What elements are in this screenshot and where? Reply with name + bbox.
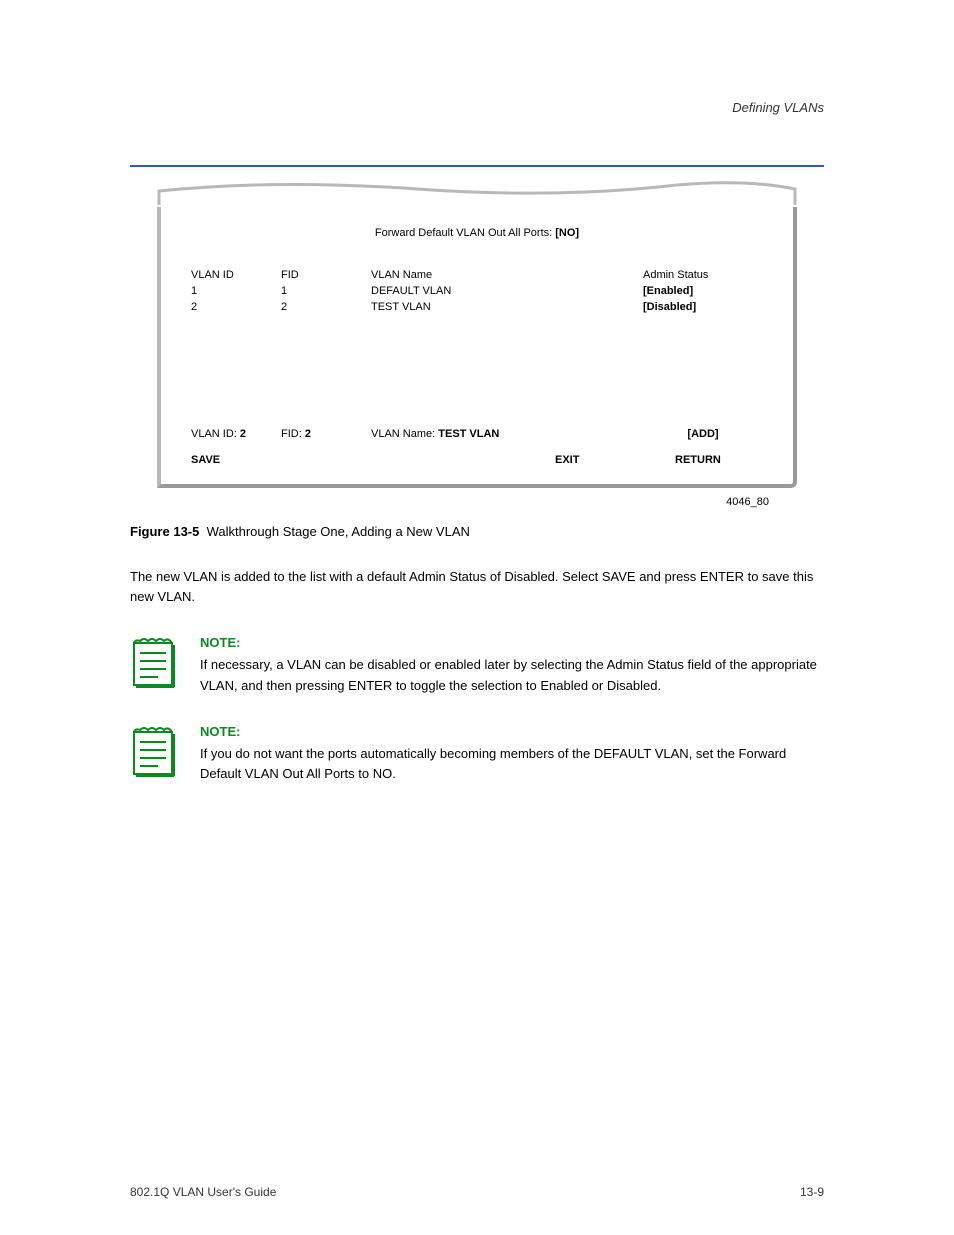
forward-default-value[interactable]: [NO] bbox=[555, 227, 579, 239]
note-body: If necessary, a VLAN can be disabled or … bbox=[200, 655, 824, 695]
figure-caption: Figure 13-5 Walkthrough Stage One, Addin… bbox=[130, 524, 824, 539]
return-button[interactable]: RETURN bbox=[675, 454, 763, 466]
col-header-fid: FID bbox=[281, 267, 371, 283]
note-label: NOTE: bbox=[200, 722, 824, 742]
note-block: NOTE: If necessary, a VLAN can be disabl… bbox=[130, 633, 824, 695]
page-footer: 802.1Q VLAN User's Guide 13-9 bbox=[130, 1185, 824, 1199]
forward-default-row: Forward Default VLAN Out All Ports: [NO] bbox=[191, 227, 763, 239]
cell-vlan-id: 2 bbox=[191, 299, 281, 315]
cell-vlan-id: 1 bbox=[191, 283, 281, 299]
cell-vlan-name: DEFAULT VLAN bbox=[371, 283, 643, 299]
exit-button[interactable]: EXIT bbox=[555, 454, 675, 466]
forward-default-label: Forward Default VLAN Out All Ports: bbox=[375, 227, 552, 239]
body-paragraph: The new VLAN is added to the list with a… bbox=[130, 567, 824, 607]
note-label: NOTE: bbox=[200, 633, 824, 653]
col-header-vlan-name: VLAN Name bbox=[371, 267, 643, 283]
fid-label: FID: bbox=[281, 428, 302, 440]
footer-right: 13-9 bbox=[800, 1185, 824, 1199]
vlan-table: VLAN ID FID VLAN Name Admin Status 1 1 D… bbox=[191, 267, 763, 315]
cell-vlan-name: TEST VLAN bbox=[371, 299, 643, 315]
vlan-id-field[interactable]: 2 bbox=[240, 428, 246, 440]
breadcrumb: Defining VLANs bbox=[130, 100, 824, 115]
figure-caption-lead: Figure 13-5 bbox=[130, 524, 199, 539]
col-header-vlan-id: VLAN ID bbox=[191, 267, 281, 283]
table-row: 2 2 TEST VLAN [Disabled] bbox=[191, 299, 763, 315]
cell-fid: 1 bbox=[281, 283, 371, 299]
button-row: SAVE EXIT RETURN bbox=[191, 454, 763, 466]
cell-admin-status[interactable]: [Enabled] bbox=[643, 283, 763, 299]
notepad-icon bbox=[130, 722, 178, 784]
header-rule bbox=[130, 165, 824, 167]
fid-field[interactable]: 2 bbox=[305, 428, 311, 440]
col-header-admin-status: Admin Status bbox=[643, 267, 763, 283]
screen-panel: Forward Default VLAN Out All Ports: [NO]… bbox=[157, 177, 797, 508]
vlan-name-field[interactable]: TEST VLAN bbox=[438, 428, 499, 440]
figure-id: 4046_80 bbox=[157, 496, 797, 508]
save-button[interactable]: SAVE bbox=[191, 454, 555, 466]
cell-admin-status[interactable]: [Disabled] bbox=[643, 299, 763, 315]
vlan-name-label: VLAN Name: bbox=[371, 428, 435, 440]
table-row: 1 1 DEFAULT VLAN [Enabled] bbox=[191, 283, 763, 299]
input-row: VLAN ID: 2 FID: 2 VLAN Name: TEST VLAN [… bbox=[191, 428, 763, 440]
note-block: NOTE: If you do not want the ports autom… bbox=[130, 722, 824, 784]
cell-fid: 2 bbox=[281, 299, 371, 315]
figure-caption-text: Walkthrough Stage One, Adding a New VLAN bbox=[207, 524, 470, 539]
footer-left: 802.1Q VLAN User's Guide bbox=[130, 1185, 276, 1199]
vlan-id-label: VLAN ID: bbox=[191, 428, 237, 440]
note-body: If you do not want the ports automatical… bbox=[200, 744, 824, 784]
add-button[interactable]: [ADD] bbox=[643, 428, 763, 440]
notepad-icon bbox=[130, 633, 178, 695]
table-header-row: VLAN ID FID VLAN Name Admin Status bbox=[191, 267, 763, 283]
panel-torn-top bbox=[157, 177, 797, 207]
